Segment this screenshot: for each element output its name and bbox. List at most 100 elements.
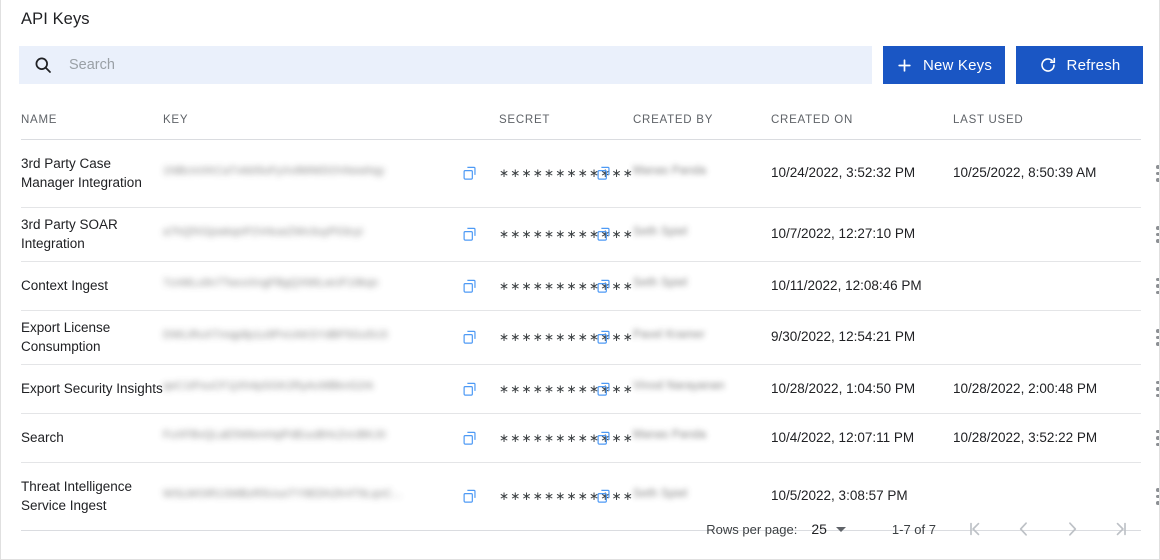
copy-secret-button[interactable] xyxy=(595,488,612,505)
table-row[interactable]: Context Ingest 7cnMLu9n7TwcoXngFBgQXMiLwU… xyxy=(21,262,1159,311)
redacted-created-by-value: Manas Panda xyxy=(633,429,707,441)
redacted-created-by-value: Seth Spiel xyxy=(633,277,688,289)
cell-created-on: 9/30/2022, 12:54:21 PM xyxy=(771,329,916,345)
copy-key-button[interactable] xyxy=(461,488,478,505)
row-menu-button[interactable] xyxy=(1156,165,1159,182)
cell-key: 1NBcmXKCaTvkb5luFyXv8MWDOVkewhqy xyxy=(163,162,461,186)
cell-last-used: 10/28/2022, 3:52:22 PM xyxy=(953,429,1098,445)
cell-secret: ∗∗∗∗∗∗∗∗∗∗∗∗ xyxy=(499,164,633,183)
copy-key-button[interactable] xyxy=(461,430,478,447)
cell-secret-copy xyxy=(595,278,633,295)
first-page-icon xyxy=(970,522,980,536)
pagination-range: 1-7 of 7 xyxy=(891,521,936,537)
table-row[interactable]: 3rd Party SOAR Integration a7hQfXGjoekqnP… xyxy=(21,208,1159,262)
table-row[interactable]: Search FuXFBvQLaE5WbmHqiPdEuuBHcZvUBKJ0 ∗∗… xyxy=(21,414,1159,463)
cell-created-by: Seth Spiel xyxy=(633,223,771,247)
search-input[interactable] xyxy=(69,57,872,73)
cell-secret: ∗∗∗∗∗∗∗∗∗∗∗∗ xyxy=(499,487,633,506)
row-menu-button[interactable] xyxy=(1156,380,1159,398)
cell-created-on: 10/5/2022, 3:08:57 PM xyxy=(771,488,908,504)
cell-secret: ∗∗∗∗∗∗∗∗∗∗∗∗ xyxy=(499,429,633,448)
row-menu-button[interactable] xyxy=(1156,329,1159,346)
redacted-key-value: 1NBcmXKCaTvkb5luFyXv8MWDOVkewhqy xyxy=(163,164,385,177)
cell-key-copy xyxy=(461,430,499,447)
cell-key: qeC1tFsuCF1jXh4pSGK2RyAcMBknG2rk xyxy=(163,377,461,401)
table-row[interactable]: Export License Consumption DWLiRuXTmqp8p1… xyxy=(21,311,1159,365)
table-footer: Rows per page: 25 1-7 of 7 xyxy=(21,505,1144,553)
previous-page-button[interactable] xyxy=(1000,509,1048,549)
copy-key-button[interactable] xyxy=(461,381,478,398)
cell-key: a7hQfXGjoekqnP2VrkueZWv3uyP03cyi xyxy=(163,223,461,247)
redacted-created-by-value: Manas Panda xyxy=(633,164,707,177)
rows-per-page-value: 25 xyxy=(811,521,827,537)
column-header-created-on: CREATED ON xyxy=(771,114,854,126)
cell-secret-copy xyxy=(595,381,633,398)
redacted-key-value: FuXFBvQLaE5WbmHqiPdEuuBHcZvUBKJ0 xyxy=(163,429,386,441)
cell-secret: ∗∗∗∗∗∗∗∗∗∗∗∗ xyxy=(499,277,633,296)
copy-secret-button[interactable] xyxy=(595,329,612,346)
copy-key-button[interactable] xyxy=(461,329,478,346)
cell-last-used: 10/25/2022, 8:50:39 AM xyxy=(953,165,1097,181)
redacted-created-by-value: Pavel Kramer xyxy=(633,328,706,341)
row-menu-button[interactable] xyxy=(1156,277,1159,295)
cell-created-by: Manas Panda xyxy=(633,426,771,450)
cell-actions xyxy=(1135,165,1159,182)
refresh-icon xyxy=(1039,56,1057,74)
cell-secret: ∗∗∗∗∗∗∗∗∗∗∗∗ xyxy=(499,380,633,399)
cell-created-on: 10/4/2022, 12:07:11 PM xyxy=(771,429,915,445)
cell-name: Export Security Insights xyxy=(21,380,163,396)
table-row[interactable]: 3rd Party Case Manager Integration 1NBcmX… xyxy=(21,140,1159,208)
cell-name: 3rd Party SOAR Integration xyxy=(21,217,118,251)
search-icon xyxy=(33,55,53,75)
copy-secret-button[interactable] xyxy=(595,381,612,398)
row-menu-button[interactable] xyxy=(1156,226,1159,243)
cell-actions xyxy=(1135,380,1159,398)
cell-key-copy xyxy=(461,165,499,182)
cell-created-by: Manas Panda xyxy=(633,162,771,186)
cell-actions xyxy=(1135,226,1159,243)
redacted-key-value: WSLWOiR1SMBzR5UuoTY9EDhZK4T9LqnC... xyxy=(163,487,403,500)
copy-key-button[interactable] xyxy=(461,226,478,243)
column-header-name: NAME xyxy=(21,114,58,126)
copy-key-button[interactable] xyxy=(461,278,478,295)
last-page-button[interactable] xyxy=(1096,509,1144,549)
cell-secret-copy xyxy=(595,430,633,447)
cell-name: Export License Consumption xyxy=(21,320,111,354)
copy-secret-button[interactable] xyxy=(595,165,612,182)
api-keys-page: API Keys New Keys xyxy=(0,0,1160,560)
redacted-key-value: 7cnMLu9n7TwcoXngFBgQXMiLwUF19kqn xyxy=(163,277,379,289)
toolbar: New Keys Refresh xyxy=(19,46,1143,84)
cell-name: 3rd Party Case Manager Integration xyxy=(21,156,142,190)
cell-actions xyxy=(1135,429,1159,447)
refresh-button[interactable]: Refresh xyxy=(1016,46,1143,84)
cell-created-on: 10/7/2022, 12:27:10 PM xyxy=(771,226,916,242)
column-header-secret: SECRET xyxy=(499,114,551,126)
rows-per-page-select[interactable]: 25 xyxy=(811,521,846,537)
row-menu-button[interactable] xyxy=(1156,429,1159,447)
redacted-created-by-value: Vinod Narayanan xyxy=(633,380,725,392)
page-title: API Keys xyxy=(21,10,90,28)
chevron-down-icon xyxy=(835,526,846,532)
copy-secret-button[interactable] xyxy=(595,430,612,447)
plus-icon xyxy=(896,57,913,74)
column-header-created-by: CREATED BY xyxy=(633,114,714,126)
table-body: 3rd Party Case Manager Integration 1NBcmX… xyxy=(1,140,1159,531)
cell-created-by: Seth Spiel xyxy=(633,274,771,298)
row-menu-button[interactable] xyxy=(1156,488,1159,505)
table-row[interactable]: Export Security Insights qeC1tFsuCF1jXh4p… xyxy=(21,365,1159,414)
cell-created-by: Pavel Kramer xyxy=(633,326,771,350)
cell-key-copy xyxy=(461,329,499,346)
cell-key-copy xyxy=(461,381,499,398)
redacted-key-value: a7hQfXGjoekqnP2VrkueZWv3uyP03cyi xyxy=(163,225,363,238)
cell-name: Context Ingest xyxy=(21,277,109,293)
copy-key-button[interactable] xyxy=(461,165,478,182)
next-page-button[interactable] xyxy=(1048,509,1096,549)
copy-secret-button[interactable] xyxy=(595,226,612,243)
copy-secret-button[interactable] xyxy=(595,278,612,295)
new-keys-button[interactable]: New Keys xyxy=(883,46,1005,84)
table-header-row: NAME KEY SECRET CREATED BY CREATED ON LA… xyxy=(21,100,1141,140)
refresh-label: Refresh xyxy=(1066,56,1121,74)
cell-key-copy xyxy=(461,488,499,505)
first-page-button[interactable] xyxy=(952,509,1000,549)
search-box[interactable] xyxy=(19,46,872,84)
